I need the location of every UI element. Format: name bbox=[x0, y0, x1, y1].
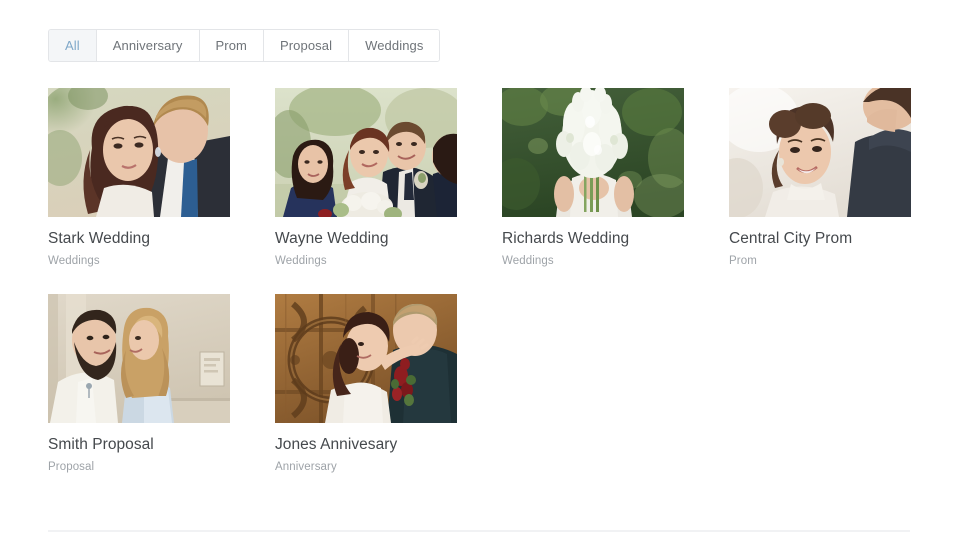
filter-tab-proposal[interactable]: Proposal bbox=[263, 30, 350, 61]
gallery-card[interactable]: Richards Wedding Weddings bbox=[502, 88, 684, 268]
gallery-card-category: Weddings bbox=[48, 254, 100, 267]
gallery-thumbnail-smith-proposal[interactable] bbox=[48, 294, 230, 424]
category-filter-bar: All Anniversary Prom Proposal Weddings bbox=[48, 29, 441, 62]
gallery-card-title: Stark Wedding bbox=[48, 230, 151, 247]
gallery-card-title: Wayne Wedding bbox=[275, 230, 389, 247]
gallery-card-title: Smith Proposal bbox=[48, 436, 154, 454]
gallery-card-category: Anniversary bbox=[275, 460, 337, 473]
gallery-card[interactable]: Jones Annivesary Anniversary bbox=[275, 294, 457, 474]
gallery-thumbnail-stark-wedding[interactable] bbox=[48, 88, 230, 217]
filter-tab-prom[interactable]: Prom bbox=[199, 30, 264, 61]
gallery-thumbnail-richards-wedding[interactable] bbox=[502, 88, 684, 217]
gallery-thumbnail-central-city-prom[interactable] bbox=[729, 88, 911, 217]
gallery-grid: Stark Wedding Weddings Wayne Wedding Wed… bbox=[48, 88, 912, 501]
gallery-card-category: Weddings bbox=[275, 254, 327, 267]
gallery-thumbnail-wayne-wedding[interactable] bbox=[275, 88, 457, 217]
gallery-card-title: Central City Prom bbox=[729, 230, 853, 247]
gallery-card-category: Proposal bbox=[48, 460, 95, 473]
gallery-card[interactable]: Wayne Wedding Weddings bbox=[275, 88, 457, 268]
portfolio-gallery-page: All Anniversary Prom Proposal Weddings S… bbox=[0, 0, 960, 548]
gallery-card[interactable]: Stark Wedding Weddings bbox=[48, 88, 230, 268]
gallery-card-title: Jones Annivesary bbox=[275, 436, 398, 454]
footer-divider bbox=[48, 530, 910, 532]
gallery-card[interactable]: Smith Proposal Proposal bbox=[48, 294, 230, 474]
filter-tab-weddings[interactable]: Weddings bbox=[349, 30, 440, 61]
gallery-thumbnail-jones-annivesary[interactable] bbox=[275, 294, 457, 424]
gallery-card-category: Weddings bbox=[502, 254, 554, 267]
gallery-card-category: Prom bbox=[729, 254, 757, 267]
gallery-card-title: Richards Wedding bbox=[502, 230, 630, 247]
filter-tab-all[interactable]: All bbox=[49, 30, 97, 61]
gallery-card[interactable]: Central City Prom Prom bbox=[729, 88, 911, 268]
filter-tab-anniversary[interactable]: Anniversary bbox=[96, 30, 200, 61]
